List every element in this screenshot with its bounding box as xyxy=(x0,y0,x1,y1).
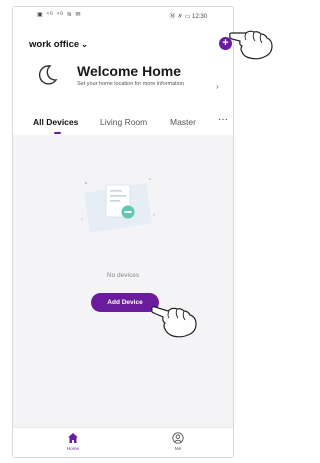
tab-master[interactable]: Master xyxy=(170,117,196,127)
home-header: work office ⌄ + Welcome Home Set your hom… xyxy=(13,23,233,135)
room-tabs: All Devices Living Room Master ··· xyxy=(13,114,233,135)
chevron-down-icon: ⌄ xyxy=(81,40,88,49)
add-device-button[interactable]: Add Device xyxy=(91,293,159,312)
nav-label-home: Home xyxy=(66,446,79,451)
profile-icon xyxy=(172,432,184,444)
home-name: work office xyxy=(29,39,80,50)
more-tabs-icon[interactable]: ··· xyxy=(218,114,228,125)
tab-living-room[interactable]: Living Room xyxy=(100,117,147,127)
home-selector[interactable]: work office ⌄ xyxy=(29,39,88,50)
phone-screen: ▣ ⁴ᴳ ⁴ᴳ ≋ ✉ Ⓝ ∦ ▭ 12:30 work office ⌄ + W… xyxy=(12,6,234,458)
welcome-subtitle[interactable]: Set your home location for more informat… xyxy=(77,81,197,88)
home-icon xyxy=(68,433,78,443)
empty-devices-illustration xyxy=(81,178,155,233)
active-tab-indicator xyxy=(54,132,61,134)
welcome-title[interactable]: Welcome Home xyxy=(77,63,181,79)
status-icons-right: Ⓝ ∦ ▭ 12:30 xyxy=(169,14,207,20)
status-bar: ▣ ⁴ᴳ ⁴ᴳ ≋ ✉ Ⓝ ∦ ▭ 12:30 xyxy=(13,7,233,23)
tab-all-devices[interactable]: All Devices xyxy=(33,117,78,127)
nav-label-me: Me xyxy=(174,446,182,451)
bottom-navigation: Home Me xyxy=(13,427,233,457)
pointing-hand-icon xyxy=(229,30,273,60)
no-devices-text: No devices xyxy=(106,272,140,279)
pointing-hand-icon xyxy=(151,306,197,338)
nav-item-me[interactable]: Me xyxy=(158,432,198,451)
status-icons-left: ▣ ⁴ᴳ ⁴ᴳ ≋ ✉ xyxy=(37,12,82,18)
moon-icon xyxy=(38,65,58,85)
nav-item-home[interactable]: Home xyxy=(53,432,93,451)
chevron-right-icon[interactable]: › xyxy=(216,82,219,91)
